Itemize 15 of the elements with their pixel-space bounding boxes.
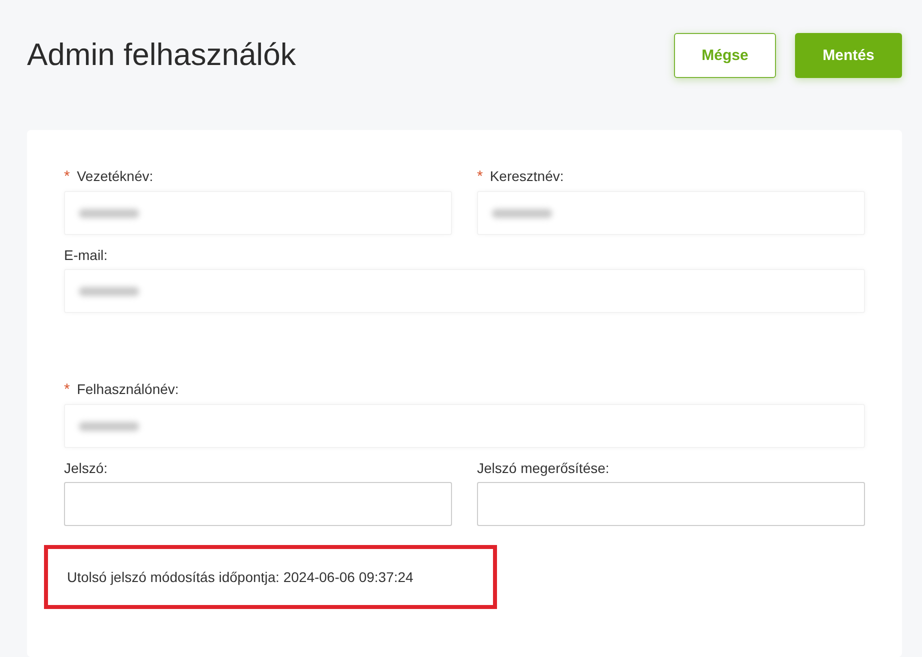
field-label: Keresztnév: bbox=[490, 168, 564, 184]
cancel-button[interactable]: Mégse bbox=[674, 32, 776, 78]
required-mark: * bbox=[64, 168, 70, 185]
field-label: E-mail: bbox=[64, 247, 108, 263]
field-label: Jelszó megerősítése: bbox=[477, 460, 610, 476]
field-label: Vezetéknév: bbox=[76, 168, 154, 184]
input-field[interactable] bbox=[477, 482, 865, 526]
required-mark: * bbox=[477, 168, 483, 185]
field-label: Felhasználónév: bbox=[76, 381, 179, 397]
required-mark: * bbox=[64, 381, 70, 398]
input-field[interactable] bbox=[64, 482, 452, 526]
page-title: Admin felhasználók bbox=[27, 37, 296, 73]
field-label: Jelszó: bbox=[64, 460, 108, 476]
password-change-note: Utolsó jelszó módosítás időpontja: 2024-06-06 09:37:24 bbox=[44, 545, 497, 609]
save-button[interactable]: Mentés bbox=[795, 32, 902, 78]
